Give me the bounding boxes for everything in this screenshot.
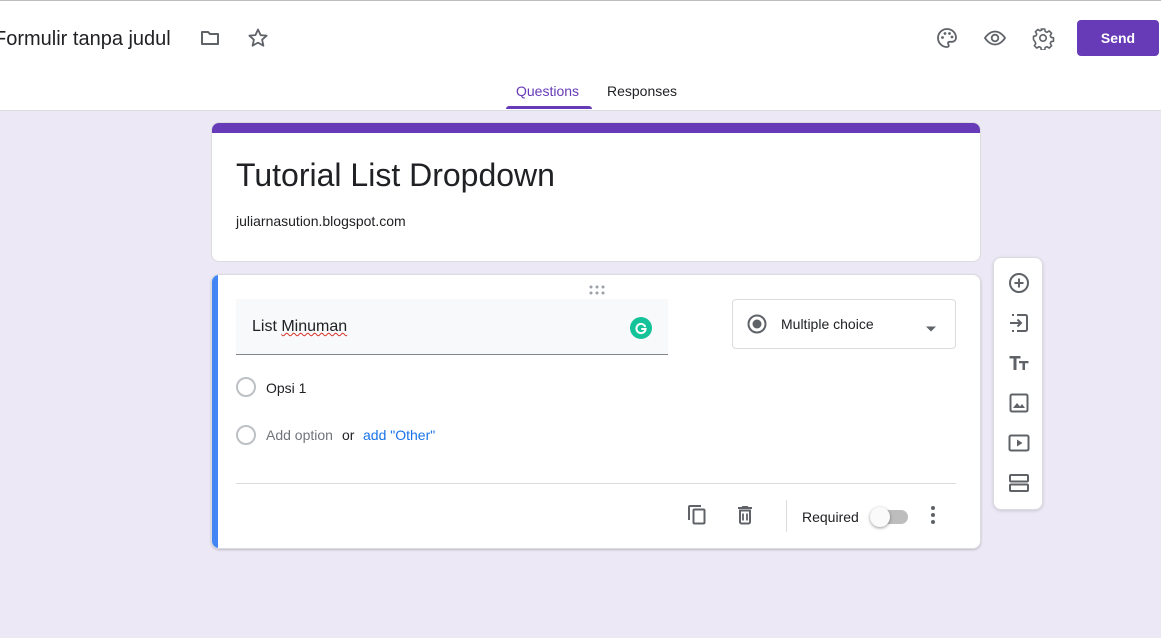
- star-icon[interactable]: [244, 24, 272, 52]
- drag-handle-icon[interactable]: [588, 283, 606, 295]
- floating-toolbar: [993, 257, 1043, 510]
- add-title-icon[interactable]: [1005, 349, 1033, 377]
- import-questions-icon[interactable]: [1005, 309, 1033, 337]
- radio-button-icon: [747, 314, 767, 334]
- title-card-accent: [212, 123, 980, 133]
- form-description[interactable]: juliarnasution.blogspot.com: [236, 213, 406, 229]
- question-footer-divider: [236, 483, 956, 484]
- eye-icon[interactable]: [981, 24, 1009, 52]
- folder-icon[interactable]: [196, 24, 224, 52]
- document-title[interactable]: Formulir tanpa judul: [0, 28, 171, 51]
- gear-icon[interactable]: [1029, 24, 1057, 52]
- or-text: or: [342, 427, 355, 443]
- dropdown-arrow-icon: [925, 320, 937, 332]
- active-tab-indicator: [506, 106, 592, 109]
- app-header: Formulir tanpa judul Send Questions Resp…: [0, 4, 1161, 111]
- question-card[interactable]: List Minuman Multiple choice Opsi 1 Add …: [211, 274, 981, 549]
- add-option-input[interactable]: Add option: [266, 427, 333, 443]
- question-title-input[interactable]: List Minuman: [236, 299, 668, 355]
- question-type-label: Multiple choice: [781, 316, 874, 332]
- question-type-select[interactable]: Multiple choice: [732, 299, 956, 349]
- form-title-card[interactable]: Tutorial List Dropdown juliarnasution.bl…: [211, 122, 981, 262]
- add-image-icon[interactable]: [1005, 389, 1033, 417]
- question-title-prefix: List: [252, 318, 282, 335]
- question-title-text: List Minuman: [252, 318, 347, 336]
- form-title[interactable]: Tutorial List Dropdown: [236, 157, 555, 194]
- footer-vertical-divider: [786, 500, 787, 532]
- palette-icon[interactable]: [933, 24, 961, 52]
- required-toggle-thumb[interactable]: [870, 507, 890, 527]
- option-radio: [236, 377, 256, 397]
- send-button[interactable]: Send: [1077, 20, 1159, 56]
- spellcheck-flagged-word: Minuman: [281, 318, 348, 335]
- option-1-label[interactable]: Opsi 1: [266, 380, 306, 396]
- trash-icon[interactable]: [731, 501, 759, 529]
- add-option-radio: [236, 425, 256, 445]
- add-question-icon[interactable]: [1005, 269, 1033, 297]
- add-other-link[interactable]: add "Other": [363, 427, 435, 443]
- tab-responses[interactable]: Responses: [607, 83, 677, 99]
- duplicate-icon[interactable]: [683, 501, 711, 529]
- grammarly-icon[interactable]: [630, 317, 652, 339]
- more-options-icon[interactable]: [919, 501, 947, 529]
- question-focus-accent: [212, 275, 218, 548]
- tab-questions[interactable]: Questions: [516, 83, 579, 99]
- add-video-icon[interactable]: [1005, 429, 1033, 457]
- required-label: Required: [802, 509, 859, 525]
- add-section-icon[interactable]: [1005, 469, 1033, 497]
